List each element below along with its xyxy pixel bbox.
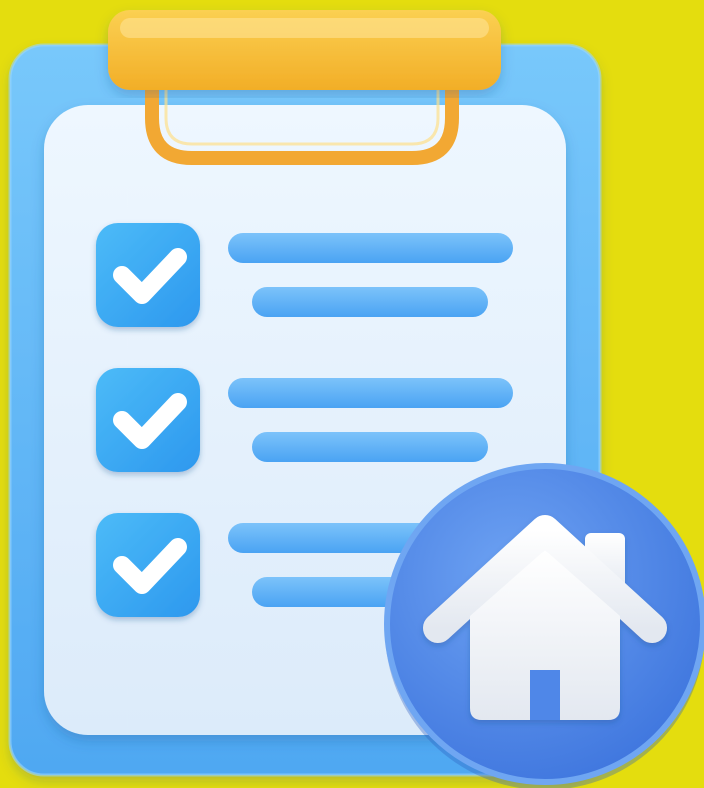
text-line-long	[228, 378, 513, 408]
clipboard-checklist-illustration	[0, 0, 704, 788]
text-line-long	[228, 233, 513, 263]
illustration-canvas	[0, 0, 704, 788]
house-door	[530, 670, 560, 720]
checkbox-checked-icon	[96, 513, 200, 617]
text-line-short	[252, 432, 488, 462]
checkbox-checked-icon	[96, 223, 200, 327]
home-badge	[384, 463, 704, 788]
text-line-short	[252, 287, 488, 317]
checkbox-checked-icon	[96, 368, 200, 472]
clip-bar-highlight	[120, 18, 489, 38]
